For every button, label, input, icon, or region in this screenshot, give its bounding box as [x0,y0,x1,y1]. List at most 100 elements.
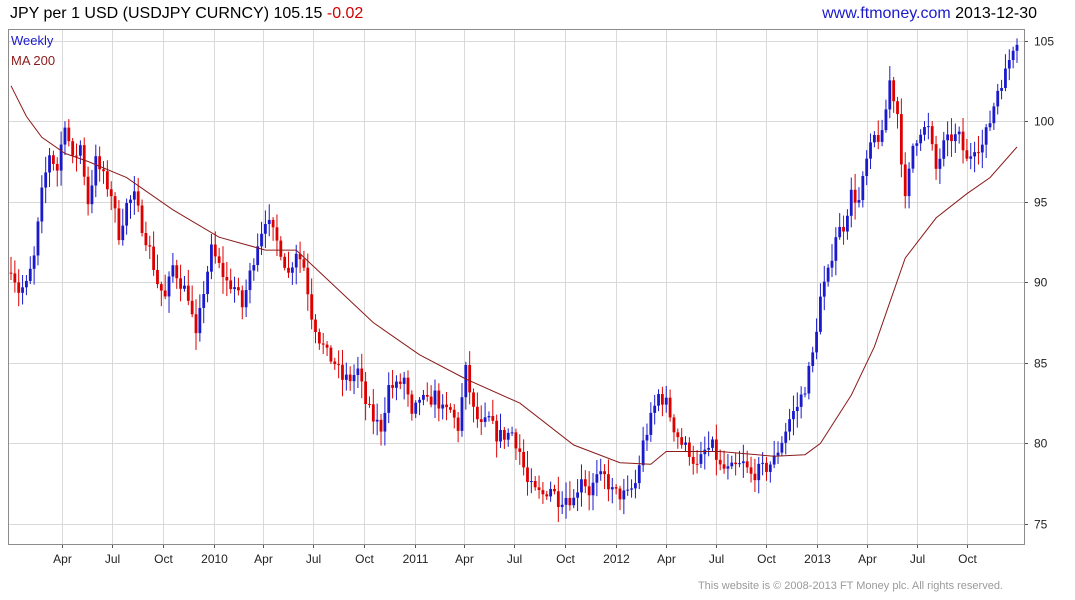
candle-body [1011,50,1015,61]
candle-body [745,461,749,468]
candle-body [888,80,892,110]
legend-weekly: Weekly [11,33,54,48]
candle-body [734,462,738,465]
candle-body [36,221,40,256]
candle-body [1004,68,1007,89]
candle-body [449,407,452,410]
candle-body [1015,44,1019,51]
candle-body [329,347,333,362]
candle-body [283,256,287,268]
candle-body [687,442,691,457]
candle-body [159,284,163,291]
candle-body [210,244,213,272]
candle-body [456,417,460,431]
candle-body [186,285,190,301]
candle-body [950,134,953,142]
candle-body [190,300,194,315]
y-tick-label: 90 [1034,276,1048,290]
candle-body [260,233,263,247]
candle-body [857,200,861,203]
candle-body [121,225,125,241]
candle-body [930,126,934,145]
candle-body [237,287,240,291]
candle-body [179,278,182,289]
candle-body [861,175,865,201]
candle-body [398,381,402,384]
x-tick-label: Oct [757,552,776,566]
candle-body [9,272,13,274]
candle-body [849,189,853,216]
candle-body [495,420,499,442]
candle-body [78,145,82,156]
candle-body [194,314,198,334]
x-tick-label: Jul [306,552,321,566]
candle-body [360,368,364,382]
candle-body [992,106,996,124]
candle-body [287,267,290,273]
candle-body [225,276,229,281]
candle-body [664,397,668,405]
candle-body [911,145,915,169]
candle-body [795,406,799,412]
candle-body [475,406,479,420]
candle-body [105,171,109,190]
x-tick-label: Jul [709,552,724,566]
candle-body [175,265,179,279]
candle-body [691,456,695,464]
candle-body [957,131,961,135]
candle-body [780,442,784,453]
candle-body [341,364,344,380]
candle-body [626,489,630,491]
candle-body [55,163,59,171]
candle-body [506,432,510,440]
candle-body [553,489,556,492]
candle-body [757,463,761,481]
candle-body [479,419,483,422]
candle-body [549,489,553,497]
candle-body [102,169,105,172]
candle-body [387,385,391,413]
y-tick-label: 105 [1034,35,1054,49]
candle-body [472,392,475,407]
y-tick-label: 100 [1034,115,1054,129]
candle-body [244,290,248,308]
candle-body [452,409,456,418]
candle-body [541,490,545,495]
x-tick-label: 2013 [804,552,831,566]
candle-body [842,226,845,232]
candle-body [753,473,757,481]
candle-body [32,255,36,269]
candle-body [148,245,152,247]
candle-body [391,385,394,388]
candle-body [572,497,576,506]
candle-body [961,131,965,151]
candle-body [63,127,67,145]
candle-body [896,101,899,115]
candle-body [915,143,919,146]
candle-body [433,390,437,405]
candle-body [672,417,676,433]
candle-body [811,352,815,366]
candle-body [202,294,206,308]
candle-body [252,265,256,271]
candle-body [410,394,414,414]
candle-body [51,155,55,164]
candle-body [884,109,888,131]
candle-body [730,462,734,467]
candle-body [275,227,279,241]
x-tick-label: Apr [657,552,676,566]
candle-body [248,270,252,291]
candle-body [294,253,298,268]
candle-body [907,168,911,197]
candle-body [899,114,903,165]
candle-body [221,262,225,277]
candle-body [183,285,186,289]
candle-body [325,344,329,348]
candle-body [198,307,202,334]
candle-body [784,431,788,443]
candle-body [599,471,603,475]
candle-body [163,290,167,297]
candle-body [560,504,564,508]
candle-body [125,203,129,226]
price-chart: 75 80 85 90 95 100 105 Apr Jul Oct 2010 Apr Jul Oct 20… [8,29,1054,566]
